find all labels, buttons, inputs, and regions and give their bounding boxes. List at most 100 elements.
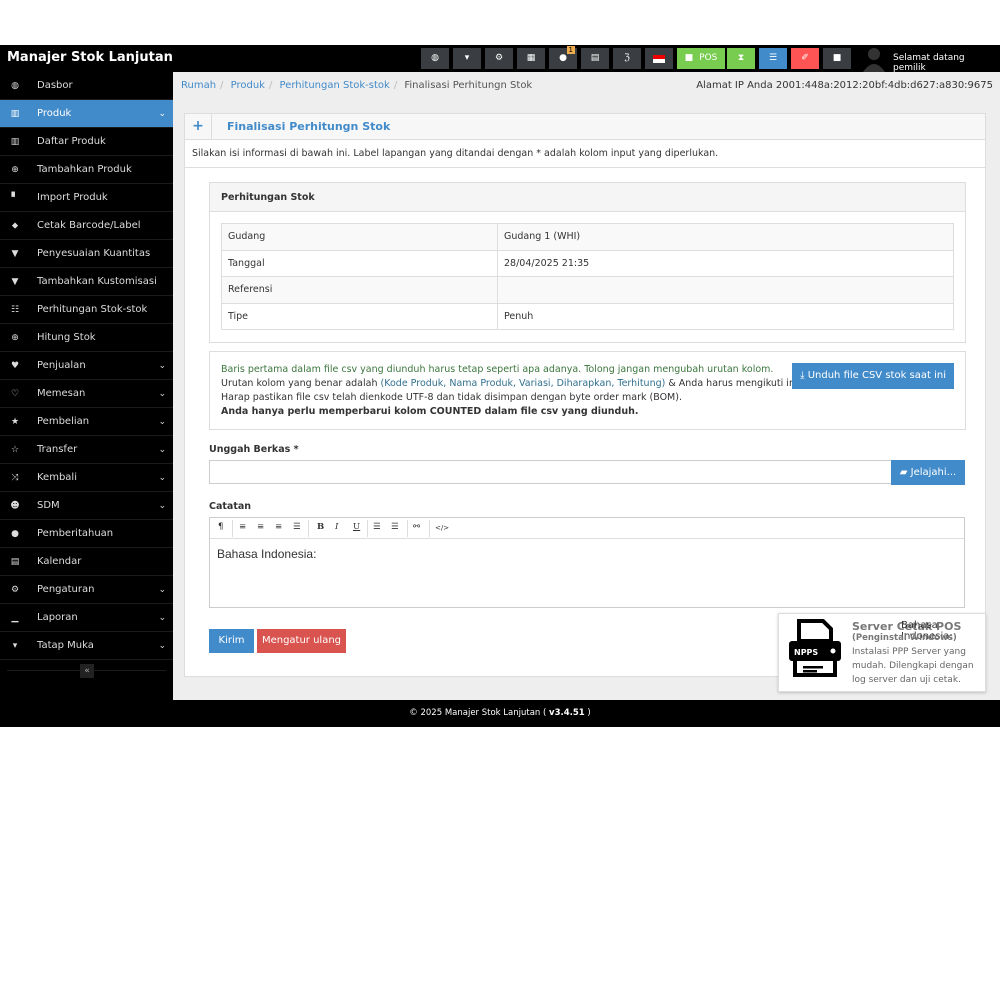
- cogs-button[interactable]: ⚙: [485, 48, 513, 69]
- breadcrumb-stock-counts[interactable]: Perhitungan Stok-stok: [280, 80, 390, 91]
- sidebar-item-label: SDM: [37, 500, 60, 511]
- sidebar-item-memesan[interactable]: ♡ Memesan ⌄: [0, 380, 173, 408]
- sidebar-item-icon: ●: [11, 529, 19, 539]
- numbered-list-icon[interactable]: ☰: [391, 522, 399, 532]
- editor-toolbar: ¶ ≡ ≡ ≡ ☰ B I U ☰ ☰ ⚯ </>: [210, 518, 964, 539]
- cart-icon: ▾: [464, 53, 470, 63]
- sidebar-item-penjualan[interactable]: ♥ Penjualan ⌄: [0, 352, 173, 380]
- sidebar-item-icon: ⤨: [11, 473, 19, 483]
- cart-button[interactable]: ▾: [453, 48, 481, 69]
- page-title: Finalisasi Perhitungn Stok: [227, 120, 391, 133]
- breadcrumb-current: Finalisasi Perhitungn Stok: [404, 80, 533, 91]
- file-input[interactable]: [209, 460, 892, 484]
- notes-textarea[interactable]: Bahasa Indonesia:: [210, 539, 964, 569]
- sidebar-item-hitung-stok[interactable]: ⊕ Hitung Stok: [0, 324, 173, 352]
- popup-subtitle: (Penginstal Windows): [852, 633, 957, 643]
- details-heading: Perhitungan Stok: [210, 183, 965, 212]
- sidebar-item-pemberitahuan[interactable]: ● Pemberitahuan: [0, 520, 173, 548]
- sidebar-item-icon: ♥: [10, 361, 20, 371]
- sidebar-item-label: Kembali: [37, 472, 77, 483]
- sidebar-item-kalendar[interactable]: ▤ Kalendar: [0, 548, 173, 576]
- download-csv-button[interactable]: ⤓ Unduh file CSV stok saat ini: [792, 363, 954, 389]
- top-navbar: Manajer Stok Lanjutan ◍ ▾ ⚙ ▦ ● 1 ▤ ℨ ■ POS ⧗ ☰ ✐ ■ S…: [0, 45, 1000, 73]
- italic-icon[interactable]: I: [335, 522, 338, 532]
- sidebar-item-daftar-produk[interactable]: ▥ Daftar Produk: [0, 128, 173, 156]
- flag-button[interactable]: [645, 48, 673, 69]
- sidebar-item-kembali[interactable]: ⤨ Kembali ⌄: [0, 464, 173, 492]
- download-icon: ⤓: [800, 370, 808, 381]
- calendar-button[interactable]: ▤: [581, 48, 609, 69]
- align-center-icon[interactable]: ≡: [257, 522, 264, 532]
- notes-label: Catatan: [209, 501, 252, 512]
- justify-icon[interactable]: ☰: [293, 522, 301, 532]
- align-right-icon[interactable]: ≡: [275, 522, 282, 532]
- plus-icon[interactable]: +: [185, 114, 212, 139]
- print-server-popup[interactable]: NPPS Server Cetak POS Bahasa Indonesia: …: [778, 613, 986, 692]
- collapse-sidebar-button[interactable]: «: [80, 664, 94, 678]
- link-icon[interactable]: ⚯: [413, 522, 420, 532]
- grid-button[interactable]: ■: [823, 48, 851, 69]
- underline-icon[interactable]: U: [353, 522, 360, 532]
- browse-button[interactable]: ▰ Jelajahi...: [891, 460, 965, 485]
- sidebar-item-icon: ♡: [10, 389, 20, 399]
- sidebar-item-icon: ▥: [10, 109, 20, 119]
- bold-icon[interactable]: B: [317, 522, 324, 532]
- row-value: [497, 276, 954, 304]
- sidebar-item-tambahkan-kustomisasi[interactable]: ▼ Tambahkan Kustomisasi: [0, 268, 173, 296]
- sidebar-item-tambahkan-produk[interactable]: ⊕ Tambahkan Produk: [0, 156, 173, 184]
- sidebar-item-penyesuaian-kuantitas[interactable]: ▼ Penyesuaian Kuantitas: [0, 240, 173, 268]
- calculator-button[interactable]: ▦: [517, 48, 545, 69]
- submit-button[interactable]: Kirim: [209, 629, 254, 653]
- sidebar-item-icon: ★: [10, 417, 20, 427]
- reset-button[interactable]: Mengatur ulang: [257, 629, 346, 653]
- chevron-down-icon: ⌄: [158, 417, 166, 427]
- breadcrumb-home[interactable]: Rumah: [181, 80, 216, 91]
- code-icon[interactable]: </>: [435, 524, 449, 532]
- sidebar-item-pengaturan[interactable]: ⚙ Pengaturan ⌄: [0, 576, 173, 604]
- align-left-icon[interactable]: ≡: [239, 522, 246, 532]
- pos-icon: ■: [684, 53, 694, 63]
- sidebar-item-perhitungan-stok-stok[interactable]: ☷ Perhitungan Stok-stok: [0, 296, 173, 324]
- paragraph-icon[interactable]: ¶: [218, 522, 223, 532]
- sidebar-item-icon: ☷: [10, 305, 20, 315]
- sidebar-item-produk[interactable]: ▥ Produk ⌄: [0, 100, 173, 128]
- sidebar-item-cetak-barcode-label[interactable]: ⬥ Cetak Barcode/Label: [0, 212, 173, 240]
- list-button[interactable]: ☰: [759, 48, 787, 69]
- pos-label: POS: [699, 53, 718, 63]
- chevron-down-icon: ⌄: [158, 109, 166, 119]
- eraser-button[interactable]: ✐: [791, 48, 819, 69]
- info-button[interactable]: ● 1: [549, 46, 577, 69]
- sidebar-item-import-produk[interactable]: ▘ Import Produk: [0, 184, 173, 212]
- chevron-down-icon: ⌄: [158, 445, 166, 455]
- sidebar-item-icon: ⊕: [11, 165, 19, 175]
- sidebar-item-sdm[interactable]: ☻ SDM ⌄: [0, 492, 173, 520]
- sidebar-item-icon: ☆: [10, 445, 20, 455]
- pos-button[interactable]: ■ POS: [677, 48, 725, 69]
- sidebar-item-label: Tatap Muka: [37, 640, 94, 651]
- app-title[interactable]: Manajer Stok Lanjutan: [7, 50, 173, 65]
- table-row: Tipe Penuh: [221, 302, 954, 330]
- instruction-line: Harap pastikan file csv telah dienkode U…: [221, 392, 682, 403]
- user-avatar-icon[interactable]: [862, 46, 886, 72]
- bullet-list-icon[interactable]: ☰: [373, 522, 381, 532]
- list-icon: ☰: [768, 53, 778, 63]
- sidebar-item-label: Pengaturan: [37, 584, 95, 595]
- hourglass-button[interactable]: ⧗: [727, 48, 755, 69]
- sidebar-item-dasbor[interactable]: ◍ Dasbor: [0, 72, 173, 100]
- sidebar-item-icon: ▼: [11, 249, 19, 259]
- sidebar-item-icon: ▥: [10, 137, 20, 147]
- html5-button[interactable]: ℨ: [613, 48, 641, 69]
- welcome-text[interactable]: Selamat datang pemilik: [893, 53, 1000, 73]
- breadcrumb-produk[interactable]: Produk: [231, 80, 265, 91]
- sidebar-item-label: Dasbor: [37, 80, 73, 91]
- sidebar-item-laporan[interactable]: ▁ Laporan ⌄: [0, 604, 173, 632]
- sidebar-item-pembelian[interactable]: ★ Pembelian ⌄: [0, 408, 173, 436]
- chevron-down-icon: ⌄: [158, 641, 166, 651]
- sidebar-item-tatap-muka[interactable]: ▾ Tatap Muka ⌄: [0, 632, 173, 660]
- sidebar-item-label: Memesan: [37, 388, 86, 399]
- dashboard-button[interactable]: ◍: [421, 48, 449, 69]
- sidebar-item-label: Perhitungan Stok-stok: [37, 304, 148, 315]
- sidebar-item-transfer[interactable]: ☆ Transfer ⌄: [0, 436, 173, 464]
- row-label: Tanggal: [221, 249, 498, 277]
- sidebar-item-icon: ▤: [10, 557, 20, 567]
